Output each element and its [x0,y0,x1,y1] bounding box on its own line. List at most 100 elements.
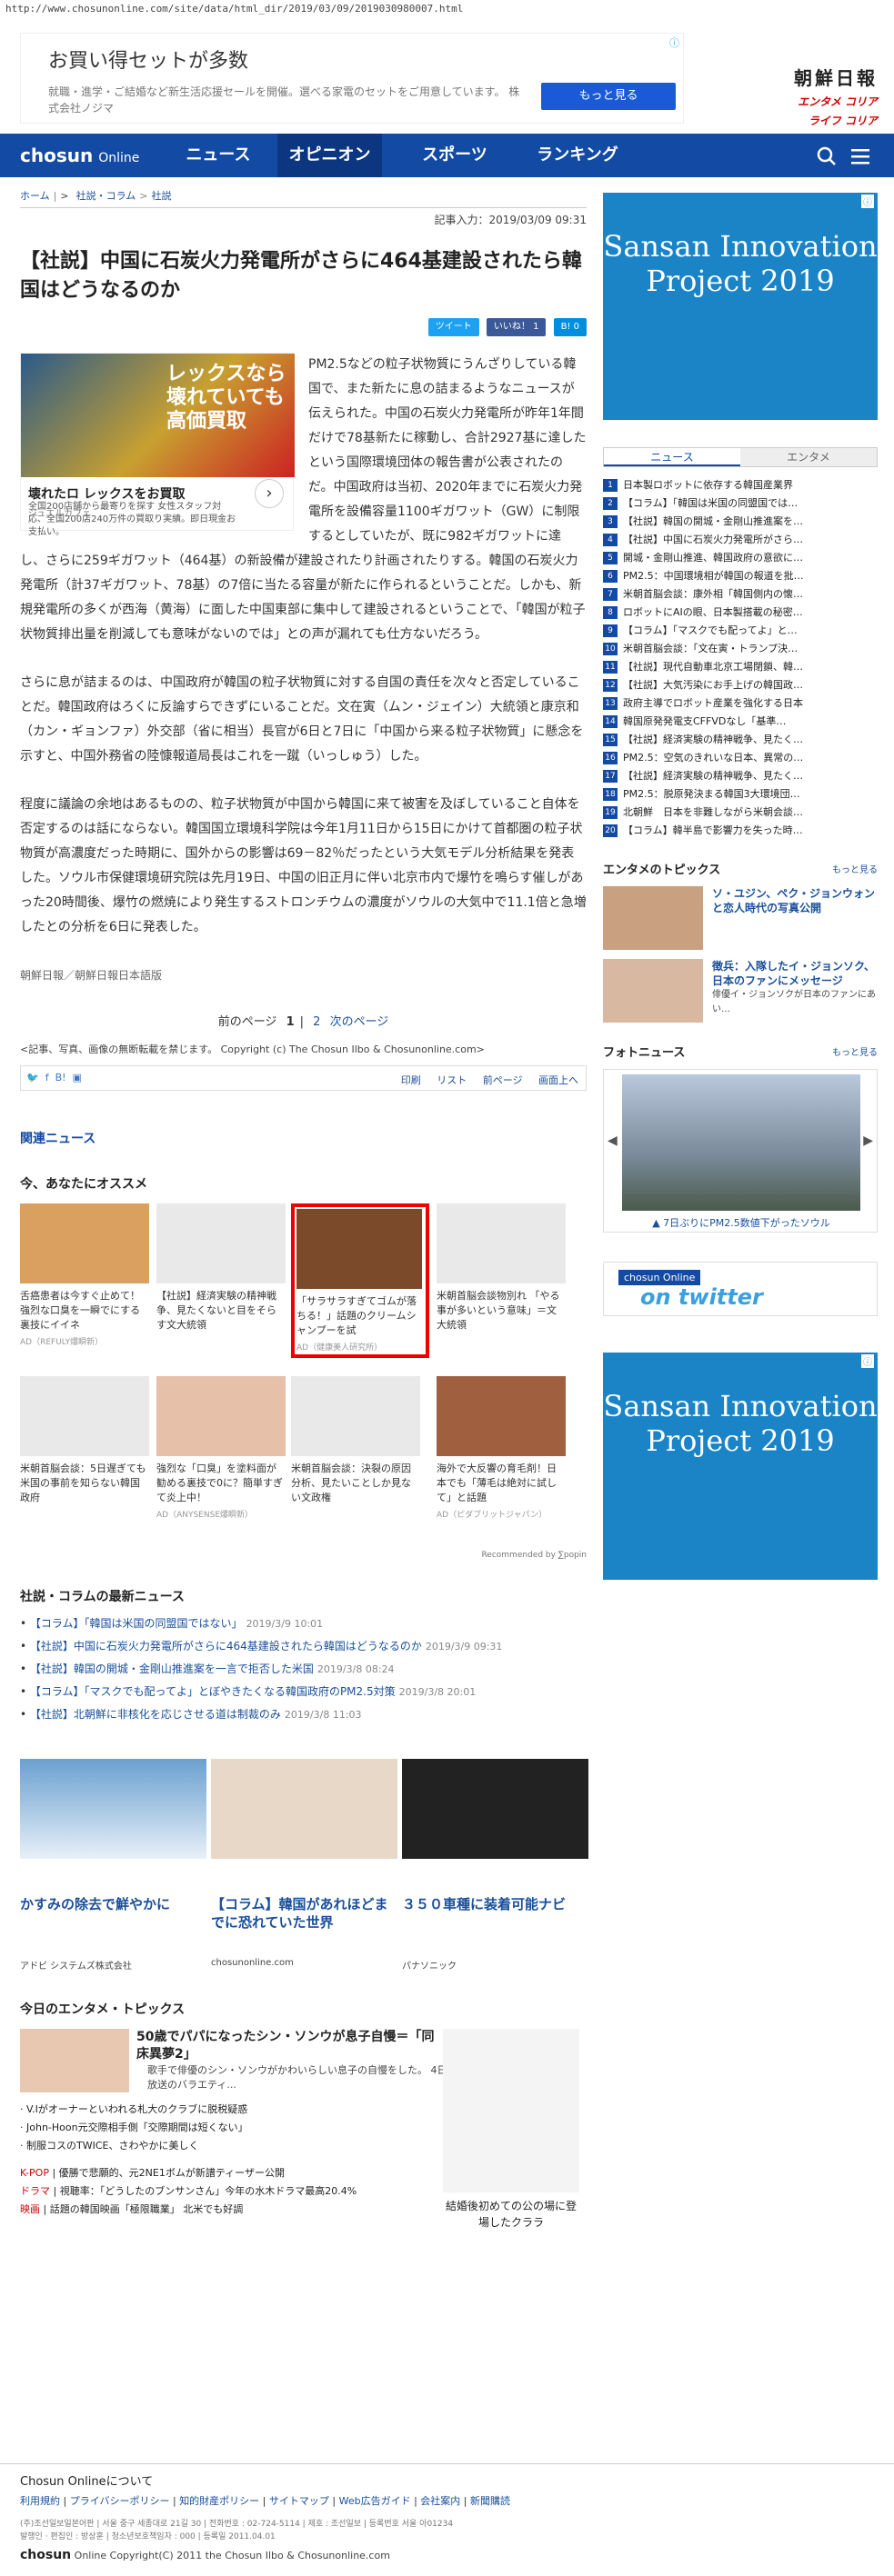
ranking-item[interactable]: 1 日本製ロボットに依存する韓国産業界 [603,476,878,494]
entame-tagged-link[interactable]: ドラマ | 視聴率：「どうしたのブンサンさん」今年の水木ドラマ最高20.4% [20,2183,357,2198]
hatena-icon[interactable]: B! [55,1072,66,1083]
ranking-item[interactable]: 20 【コラム】韓半島で影響力を失った時… [603,822,878,840]
recommend-card[interactable]: 舌癌患者は今すぐ止めて！強烈な口臭を一瞬でにする裏技にイイネ AD（REFULY爆… [20,1203,149,1347]
chevron-right-icon[interactable]: › [255,479,284,508]
ranking-item[interactable]: 19 北朝鮮 日本を非難しながら米朝会談… [603,804,878,822]
search-icon[interactable] [817,146,837,171]
menu-icon[interactable] [850,146,870,171]
entame-thumb[interactable] [20,2029,129,2092]
ranking-item[interactable]: 13 政府主導でロボット産業を強化する日本 [603,694,878,713]
entame-right-image[interactable] [443,2029,579,2192]
list-item[interactable]: • 【コラム】「韓国は米国の同盟国ではない」 2019/3/9 10:01 [20,1612,587,1635]
entame-link[interactable]: · 制服コスのTWICE、さわやかに美しく [20,2138,198,2152]
ranking-item[interactable]: 9 【コラム】「マスクでも配ってよ」と… [603,622,878,640]
entame-main-title[interactable]: 50歳でパパになったシン・ソンウが息子自慢＝「同床異夢2」 [136,2029,437,2063]
twitter-icon[interactable]: 🐦 [26,1072,39,1083]
ranking-item[interactable]: 15 【社説】経済実験の精神戦争、見たく… [603,731,878,749]
ad-info-icon[interactable]: ⓘ [861,1354,874,1368]
hatena-bookmark-button[interactable]: B! 0 [553,318,587,336]
more-link[interactable]: もっと見る [832,862,878,875]
ranking-item[interactable]: 6 PM2.5：中国環境相が韓国の報道を批… [603,567,878,585]
sidebar-advertisement[interactable]: ⓘ Sansan Innovation Project 2019 [603,193,878,420]
topic-item[interactable]: ソ・ユジン、ペク・ジョンウォンと恋人時代の写真公開 [603,886,878,950]
ad-info-icon[interactable]: ⓘ [861,195,874,208]
ranking-item[interactable]: 2 【コラム】「韓国は米国の同盟国では… [603,494,878,513]
entame-link[interactable]: · V.Iがオーナーといわれる札大のクラブに脱税疑惑 [20,2102,247,2116]
nav-item-ranking[interactable]: ランキング [523,134,632,177]
tab-entame[interactable]: エンタメ [740,448,877,466]
recommend-card[interactable]: 米朝首脳会談：5日遅ぎても米国の事前を知らない韓国政府 [20,1376,149,1508]
tab-news[interactable]: ニュース [604,448,740,466]
ad-panasonic-image[interactable] [402,1759,588,1859]
list-item[interactable]: • 【社説】韓国の開城・金剛山推進案を一言で拒否した米国 2019/3/8 08:… [20,1658,587,1681]
ranking-item[interactable]: 11 【社説】現代自動車北京工場閉鎖、韓… [603,658,878,676]
ranking-item[interactable]: 14 韓国原発発電支CFFVDなし「基準… [603,713,878,731]
ranking-item[interactable]: 10 米朝首脳会談：「文在寅・トランプ決… [603,640,878,658]
ranking-item[interactable]: 7 米朝首脳会談：康外相「韓国側内の懐… [603,585,878,604]
footer-link[interactable]: 知的財産ポリシー [179,2495,259,2507]
breadcrumb-editorial[interactable]: 社説 [152,190,172,202]
photo-news[interactable]: ◀ ▶ ▲ 7日ぶりにPM2.5数値下がったソウル [603,1069,878,1233]
photo-caption[interactable]: ▲ 7日ぶりにPM2.5数値下がったソウル [604,1215,879,1230]
recommend-by[interactable]: Recommended by ∑popin [20,1551,587,1560]
footer-about[interactable]: Chosun Onlineについて [20,2471,153,2489]
ad-more-button[interactable]: もっと見る [541,83,676,110]
ranking-item[interactable]: 12 【社説】大気汚染にお手上げの韓国政… [603,676,878,694]
ranking-item[interactable]: 16 PM2.5：空気のきれいな日本、異常の… [603,749,878,767]
photo-image[interactable] [622,1074,860,1211]
recommend-card[interactable]: 米朝首脳会談物別れ 「やる事が多いという意味」＝文大統領 [437,1203,566,1335]
more-link[interactable]: もっと見る [832,1044,878,1058]
ranking-item[interactable]: 8 ロボットにAIの眼、日本製搭載の秘密… [603,604,878,622]
footer-link[interactable]: サイトマップ [269,2495,329,2507]
entame-right-caption[interactable]: 結婚後初めての公の場に登場したクララ [443,2198,579,2231]
ad-caption[interactable]: 【コラム】韓国があれほどまでに恐れていた世界 [211,1895,397,1932]
top-advertisement[interactable]: ⓘ お買い得セットが多数 就職・進学・ご結婚など新生活応援セールを開催。選べる家… [20,33,684,124]
entame-korea-logo[interactable]: エンタメ コリア [741,94,878,109]
list-item[interactable]: • 【社説】北朝鮮に非核化を応じさせる道は制裁のみ 2019/3/8 11:03 [20,1703,587,1726]
list-item[interactable]: • 【社説】中国に石炭火力発電所がさらに464基建設されたら韓国はどうなるのか 2… [20,1635,587,1658]
pager-next[interactable]: 次のページ [330,1015,389,1029]
ranking-item[interactable]: 4 【社説】中国に石炭火力発電所がさら… [603,531,878,549]
page-top-link[interactable]: 画面上へ [538,1074,578,1086]
chevron-left-icon[interactable]: ◀ [608,1133,618,1148]
tweet-button[interactable]: ツイート [427,318,479,336]
inline-advertisement[interactable]: レックスなら壊れていても高価買取 壊れたロ レックスをお買取 全国200店舗から… [20,353,295,537]
footer-link[interactable]: 会社案内 [420,2495,460,2507]
entame-tagged-link[interactable]: K-POP | 優勝で悲願的、元2NE1ボムが新譜ティーザー公開 [20,2165,285,2180]
entame-link[interactable]: · John-Hoon元交際相手側「交際期間は短くない」 [20,2120,248,2134]
ad-adobe-image[interactable] [20,1759,206,1859]
chosun-ilbo-logo[interactable]: 朝鮮日報 [741,64,878,90]
entame-tagged-link[interactable]: 映画 | 話題の韓国映画「極限職業」 北米でも好調 [20,2202,243,2216]
chosun-logo-block[interactable]: 朝鮮日報 エンタメ コリア ライフ コリア [741,64,878,128]
line-icon[interactable]: ▣ [73,1072,82,1083]
print-link[interactable]: 印刷 [401,1074,421,1086]
footer-link[interactable]: Web広告ガイド [339,2495,411,2507]
facebook-icon[interactable]: f [45,1072,49,1083]
breadcrumb-editorial-column[interactable]: 社説・コラム [76,190,136,202]
ad-column-image[interactable] [211,1759,397,1859]
recommend-card-highlighted[interactable]: 「サラサラすぎてゴムが落ちる！」話題のクリームシャンプーを試 AD（健康美人研究所… [291,1203,429,1358]
nav-item-opinion[interactable]: オピニオン [277,134,382,177]
footer-link[interactable]: 利用規約 [20,2495,60,2507]
ranking-item[interactable]: 17 【社説】経済実験の精神戦争、見たく… [603,767,878,785]
chevron-right-icon[interactable]: ▶ [863,1133,873,1148]
list-link[interactable]: リスト [437,1074,467,1086]
pager-page-2[interactable]: 2 [313,1015,320,1029]
ranking-item[interactable]: 3 【社説】韓国の開城・金剛山推進案を… [603,513,878,531]
recommend-card[interactable]: 米朝首脳会談：決裂の原因分析、見たいことしか見ない文政権 [291,1376,420,1508]
ad-caption[interactable]: ３５０車種に装着可能ナビ [402,1895,588,1913]
recommend-card[interactable]: 【社説】経済実験の精神戦争、見たくないと目をそらす文大統領 [156,1203,286,1335]
pager-prev[interactable]: 前のページ [218,1015,277,1029]
nav-item-sports[interactable]: スポーツ [409,134,500,177]
ranking-item[interactable]: 5 開城・金剛山推進、韓国政府の意欲に… [603,549,878,567]
list-item[interactable]: • 【コラム】「マスクでも配ってよ」とぼやきたくなる韓国政府のPM2.5対策 20… [20,1681,587,1703]
twitter-banner[interactable]: chosun Online on twitter [603,1262,878,1316]
recommend-card[interactable]: 強烈な「口臭」を塗料面が勧める裏技で0に？簡単すぎて炎上中！ AD（ANYSENS… [156,1376,286,1520]
sidebar-advertisement[interactable]: ⓘ Sansan Innovation Project 2019 [603,1353,878,1580]
footer-link[interactable]: 新聞購読 [470,2495,510,2507]
topic-item[interactable]: 徴兵：入隊したイ・ジョンソク、日本のファンにメッセージ 俳優イ・ジョンソクが日本の… [603,959,878,1023]
footer-link[interactable]: プライバシーポリシー [70,2495,170,2507]
facebook-like-button[interactable]: いいね！ 1 [486,318,547,336]
nav-item-news[interactable]: ニュース [173,134,264,177]
prev-page-link[interactable]: 前ページ [483,1074,523,1086]
